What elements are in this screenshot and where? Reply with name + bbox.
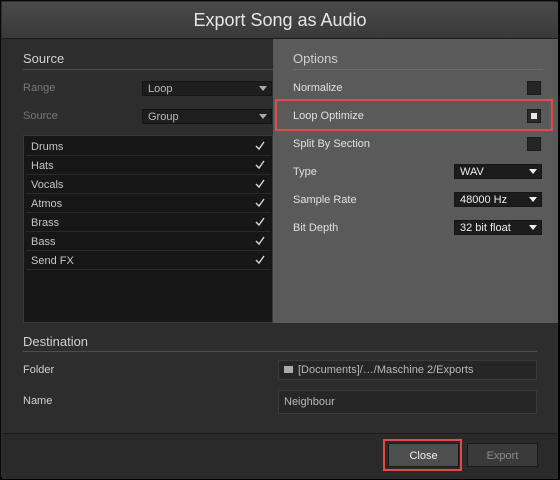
checkmark-icon[interactable] [255, 255, 265, 265]
list-item[interactable]: Brass [26, 214, 271, 232]
type-value: WAV [460, 166, 484, 178]
name-value: Neighbour [284, 396, 335, 408]
group-name: Bass [31, 236, 56, 248]
folder-field[interactable]: [Documents]/…/Maschine 2/Exports [278, 360, 537, 380]
options-panel: Options Normalize Loop Optimize Split By… [273, 39, 558, 323]
destination-divider [23, 351, 537, 352]
group-name: Send FX [31, 255, 74, 267]
close-button-highlight [383, 439, 462, 471]
checkmark-icon[interactable] [255, 179, 265, 189]
chevron-down-icon [259, 86, 267, 91]
sample-rate-dropdown[interactable]: 48000 Hz [454, 192, 542, 207]
normalize-label: Normalize [293, 82, 343, 94]
sample-rate-label: Sample Rate [293, 194, 357, 206]
export-dialog: Export Song as Audio Source Range Loop S… [0, 0, 558, 479]
dialog-footer: Close Export [2, 433, 558, 479]
name-field[interactable]: Neighbour [278, 390, 537, 414]
range-dropdown[interactable]: Loop [142, 81, 272, 96]
split-by-section-checkbox[interactable] [527, 137, 541, 151]
list-item[interactable]: Vocals [26, 176, 271, 194]
source-header: Source [23, 51, 65, 66]
destination-header: Destination [23, 334, 89, 349]
folder-label: Folder [23, 364, 55, 376]
dialog-title: Export Song as Audio [2, 2, 558, 39]
checkmark-icon[interactable] [255, 217, 265, 227]
split-by-section-label: Split By Section [293, 138, 371, 150]
checkmark-icon[interactable] [255, 198, 265, 208]
chevron-down-icon [529, 197, 537, 202]
group-name: Brass [31, 217, 60, 229]
group-name: Vocals [31, 179, 64, 191]
destination-panel: Destination Folder [Documents]/…/Maschin… [2, 323, 558, 433]
list-item[interactable]: Hats [26, 157, 271, 175]
group-name: Hats [31, 160, 54, 172]
folder-value: [Documents]/…/Maschine 2/Exports [298, 364, 474, 376]
options-header: Options [293, 51, 338, 66]
list-item[interactable]: Bass [26, 233, 271, 251]
list-item[interactable]: Send FX [26, 252, 271, 270]
list-item[interactable]: Drums [26, 138, 271, 156]
source-dropdown[interactable]: Group [142, 109, 272, 124]
chevron-down-icon [529, 225, 537, 230]
bit-depth-value: 32 bit float [460, 222, 511, 234]
sample-rate-value: 48000 Hz [460, 194, 508, 206]
normalize-checkbox[interactable] [527, 81, 541, 95]
group-name: Atmos [31, 198, 63, 210]
checkmark-icon[interactable] [255, 141, 265, 151]
range-label: Range [23, 82, 56, 94]
bit-depth-dropdown[interactable]: 32 bit float [454, 220, 542, 235]
source-divider [23, 69, 273, 70]
range-value: Loop [148, 83, 173, 95]
chevron-down-icon [529, 169, 537, 174]
type-label: Type [293, 166, 317, 178]
options-divider [293, 69, 543, 70]
source-value: Group [148, 111, 179, 123]
checkmark-icon[interactable] [255, 160, 265, 170]
type-dropdown[interactable]: WAV [454, 164, 542, 179]
bit-depth-label: Bit Depth [293, 222, 339, 234]
checkmark-icon[interactable] [255, 236, 265, 246]
chevron-down-icon [259, 114, 267, 119]
export-button[interactable]: Export [467, 443, 538, 467]
group-name: Drums [31, 141, 64, 153]
source-panel: Source Range Loop Source Group Drums Hats… [2, 39, 273, 323]
loop-optimize-highlight [275, 99, 553, 131]
name-label: Name [23, 395, 53, 407]
folder-icon [284, 365, 293, 373]
group-list[interactable]: Drums Hats Vocals Atmos Brass Bass Send FX [23, 135, 273, 323]
list-item[interactable]: Atmos [26, 195, 271, 213]
source-label: Source [23, 110, 58, 122]
